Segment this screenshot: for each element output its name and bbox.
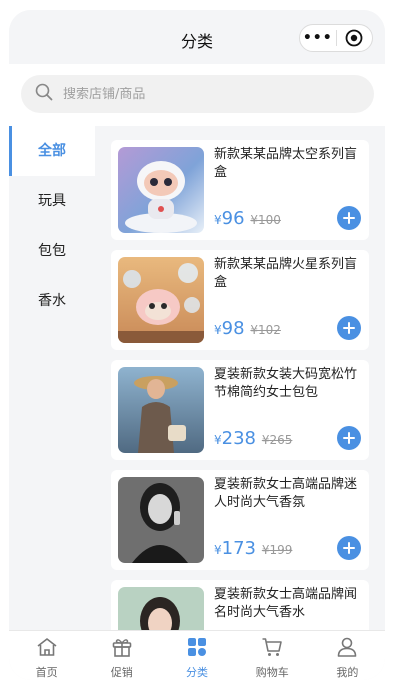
product-name: 夏装新款女装大码宽松竹节棉简约女士包包 xyxy=(214,367,358,400)
product-card[interactable]: 新款某某品牌火星系列盲盒 ¥98 ¥102 xyxy=(111,250,369,350)
product-list: 新款某某品牌太空系列盲盒 ¥96 ¥100 新款某某品牌火星系列盲盒 ¥98 ¥… xyxy=(95,126,385,630)
category-item-perfume[interactable]: 香水 xyxy=(9,276,95,326)
product-image xyxy=(118,147,204,233)
tab-label: 我的 xyxy=(336,666,359,679)
tab-bar: 首页 促销 分类 购物车 我的 xyxy=(9,630,385,680)
product-price: ¥238 ¥265 xyxy=(214,428,293,449)
navigation-bar: 分类 ••• xyxy=(9,10,385,64)
product-name: 新款某某品牌火星系列盲盒 xyxy=(214,257,358,290)
product-price: ¥96 ¥100 xyxy=(214,208,281,229)
product-card[interactable]: 夏装新款女装大码宽松竹节棉简约女士包包 ¥238 ¥265 xyxy=(111,360,369,460)
original-price: ¥265 xyxy=(261,433,293,447)
search-area xyxy=(9,64,385,126)
search-icon xyxy=(35,83,53,105)
tab-promotion[interactable]: 促销 xyxy=(84,631,159,680)
category-icon xyxy=(186,637,208,661)
add-to-cart-button[interactable] xyxy=(337,536,361,560)
phone-screen: 分类 ••• 全部 玩具 包包 香水 xyxy=(9,10,385,680)
product-image xyxy=(118,587,204,630)
tab-category[interactable]: 分类 xyxy=(159,631,234,680)
product-image xyxy=(118,477,204,563)
tab-cart[interactable]: 购物车 xyxy=(235,631,310,680)
add-to-cart-button[interactable] xyxy=(337,316,361,340)
mini-program-capsule: ••• xyxy=(299,24,373,52)
cart-icon xyxy=(261,637,283,661)
product-card[interactable]: 夏装新款女士高端品牌闻名时尚大气香水 xyxy=(111,580,369,630)
tab-mine[interactable]: 我的 xyxy=(310,631,385,680)
close-icon[interactable] xyxy=(336,29,372,47)
more-icon[interactable]: ••• xyxy=(300,24,336,52)
product-name: 夏装新款女士高端品牌迷人时尚大气香氛 xyxy=(214,477,358,510)
product-image xyxy=(118,367,204,453)
category-item-bags[interactable]: 包包 xyxy=(9,226,95,276)
product-price: ¥173 ¥199 xyxy=(214,538,293,559)
original-price: ¥102 xyxy=(250,323,281,337)
user-icon xyxy=(336,637,358,661)
category-item-all[interactable]: 全部 xyxy=(9,126,95,176)
gift-icon xyxy=(111,637,133,661)
category-item-toys[interactable]: 玩具 xyxy=(9,176,95,226)
product-name: 夏装新款女士高端品牌闻名时尚大气香水 xyxy=(214,587,358,620)
search-bar[interactable] xyxy=(21,75,374,113)
product-name: 新款某某品牌太空系列盲盒 xyxy=(214,147,358,180)
tab-label: 首页 xyxy=(35,666,58,679)
tab-label: 购物车 xyxy=(255,666,289,679)
tab-label: 促销 xyxy=(110,666,133,679)
search-input[interactable] xyxy=(63,86,343,102)
product-price: ¥98 ¥102 xyxy=(214,318,281,339)
home-icon xyxy=(36,637,58,661)
add-to-cart-button[interactable] xyxy=(337,206,361,230)
category-sidebar: 全部 玩具 包包 香水 xyxy=(9,126,95,630)
add-to-cart-button[interactable] xyxy=(337,426,361,450)
original-price: ¥100 xyxy=(250,213,281,227)
product-card[interactable]: 新款某某品牌太空系列盲盒 ¥96 ¥100 xyxy=(111,140,369,240)
tab-label: 分类 xyxy=(186,666,208,679)
tab-home[interactable]: 首页 xyxy=(9,631,84,680)
product-card[interactable]: 夏装新款女士高端品牌迷人时尚大气香氛 ¥173 ¥199 xyxy=(111,470,369,570)
product-image xyxy=(118,257,204,343)
original-price: ¥199 xyxy=(261,543,293,557)
